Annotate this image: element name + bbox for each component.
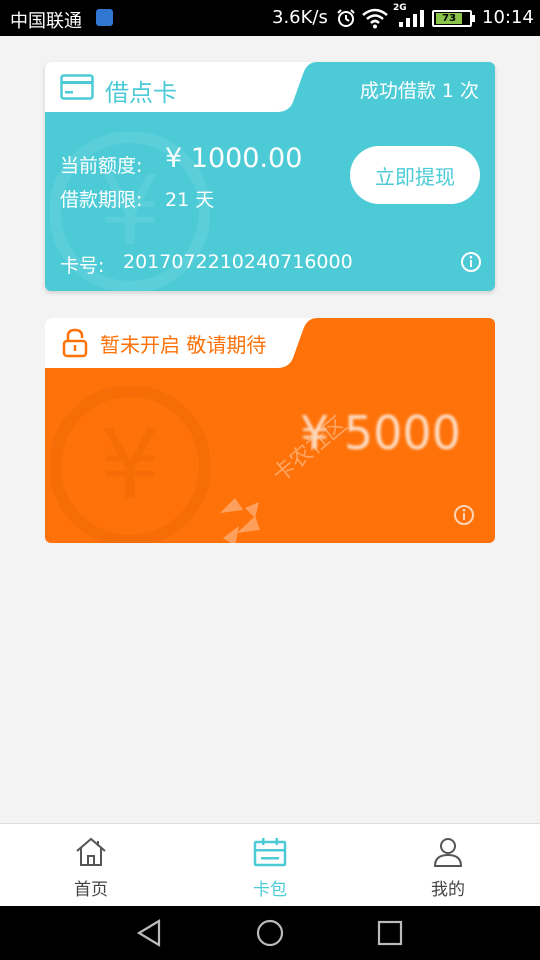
community-watermark-icon: 卡农社区	[220, 412, 352, 543]
info-icon[interactable]	[460, 251, 482, 273]
app-notification-icon	[96, 9, 113, 26]
loan-card[interactable]: ¥ 借点卡 成功借款 1 次 当前额度: ¥ 1000.00 借款期限: 21 …	[45, 62, 495, 291]
card-wallet-icon	[253, 838, 287, 867]
locked-card-title: 暂未开启 敬请期待	[100, 333, 267, 357]
info-icon[interactable]	[453, 504, 475, 526]
credit-card-icon	[60, 74, 94, 100]
nav-label-mine: 我的	[431, 880, 465, 900]
card-title: 借点卡	[105, 79, 177, 107]
person-icon	[433, 838, 463, 867]
quota-label: 当前额度:	[60, 155, 143, 177]
cell-signal-icon	[399, 10, 424, 27]
term-label: 借款期限:	[60, 189, 143, 211]
quota-value: ¥ 1000.00	[165, 143, 303, 174]
recent-apps-icon[interactable]	[375, 918, 405, 948]
card-number-value: 20170722102407160​00	[123, 251, 353, 273]
battery-tip	[472, 15, 475, 22]
yuan-coin-watermark-icon: ¥	[50, 386, 210, 543]
battery-level: 73	[436, 13, 463, 24]
status-bar: 中国联通 3.6K/s 2G 73 10:14	[0, 0, 540, 36]
home-button-icon[interactable]	[255, 918, 285, 948]
alarm-icon	[337, 9, 355, 27]
network-speed: 3.6K/s	[272, 7, 328, 28]
locked-card[interactable]: ¥ 暂未开启 敬请期待 ¥ 5000 卡农社区	[45, 318, 495, 543]
nav-item-card-wallet[interactable]: 卡包	[210, 824, 330, 907]
wifi-icon	[362, 8, 388, 29]
lock-icon	[62, 328, 88, 358]
nav-item-home[interactable]: 首页	[31, 824, 151, 907]
system-nav-bar	[0, 906, 540, 960]
nav-label-home: 首页	[74, 880, 108, 900]
loan-count-text: 成功借款 1 次	[359, 80, 479, 102]
battery-icon: 73	[432, 10, 472, 27]
carrier-name: 中国联通	[10, 11, 82, 32]
back-icon[interactable]	[135, 918, 165, 948]
bottom-nav: 首页 卡包 我的	[0, 823, 540, 906]
nav-item-mine[interactable]: 我的	[388, 824, 508, 907]
term-value: 21 天	[165, 189, 215, 211]
nav-label-card-wallet: 卡包	[253, 880, 287, 900]
card-number-label: 卡号:	[60, 255, 105, 277]
home-icon	[76, 837, 106, 866]
withdraw-button[interactable]: 立即提现	[350, 146, 480, 204]
community-watermark-text: 卡农社区	[268, 412, 351, 488]
svg-text:¥: ¥	[99, 409, 160, 521]
clock-time: 10:14	[482, 7, 534, 28]
